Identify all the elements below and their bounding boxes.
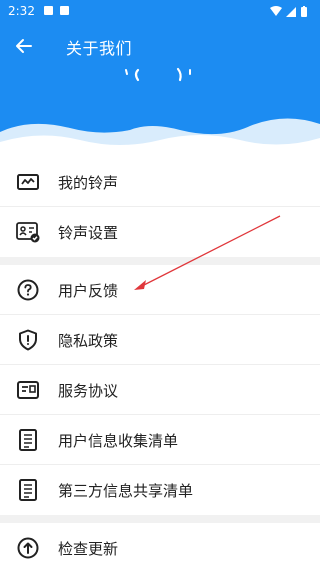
page-title: 关于我们 bbox=[66, 39, 133, 58]
settings-list: 我的铃声 铃声设置 用户反馈 隐私政策 服务协议 用户信息收集清单 第三方信息共… bbox=[0, 157, 320, 568]
menu-item-privacy-policy[interactable]: 隐私政策 bbox=[0, 315, 320, 365]
document-list-icon bbox=[19, 429, 37, 451]
toolbar: 关于我们 bbox=[0, 28, 320, 64]
menu-item-my-ringtones[interactable]: 我的铃声 bbox=[0, 157, 320, 207]
status-time: 2:32 bbox=[8, 4, 35, 18]
agreement-card-icon bbox=[17, 381, 39, 399]
battery-icon bbox=[301, 7, 307, 17]
menu-item-label: 用户反馈 bbox=[58, 282, 119, 300]
signal-icon bbox=[286, 7, 296, 17]
back-arrow-icon[interactable] bbox=[12, 34, 36, 58]
chart-line-icon bbox=[17, 174, 39, 190]
notification-icon bbox=[44, 6, 53, 15]
section-divider bbox=[0, 257, 320, 265]
header: 2:32 关于我们 bbox=[0, 0, 320, 160]
document-list-icon bbox=[19, 479, 37, 501]
menu-item-label: 第三方信息共享清单 bbox=[58, 482, 194, 500]
upload-circle-icon bbox=[17, 537, 39, 559]
menu-item-check-update[interactable]: 检查更新 bbox=[0, 523, 320, 568]
menu-item-user-data-list[interactable]: 用户信息收集清单 bbox=[0, 415, 320, 465]
app-logo bbox=[125, 67, 191, 82]
menu-item-ringtone-settings[interactable]: 铃声设置 bbox=[0, 207, 320, 257]
menu-item-feedback[interactable]: 用户反馈 bbox=[0, 265, 320, 315]
menu-item-label: 用户信息收集清单 bbox=[58, 432, 179, 450]
menu-item-label: 铃声设置 bbox=[58, 224, 119, 242]
shield-icon bbox=[19, 329, 37, 351]
menu-item-label: 服务协议 bbox=[58, 382, 119, 400]
menu-item-third-party-sharing-list[interactable]: 第三方信息共享清单 bbox=[0, 465, 320, 515]
wifi-icon bbox=[270, 6, 282, 16]
header-wave bbox=[0, 118, 320, 160]
question-circle-icon bbox=[17, 279, 39, 301]
menu-item-label: 检查更新 bbox=[58, 540, 119, 558]
status-bar: 2:32 bbox=[0, 0, 320, 24]
notification-icon-2 bbox=[60, 6, 69, 15]
system-status-icons bbox=[270, 6, 307, 17]
menu-item-label: 我的铃声 bbox=[58, 174, 119, 192]
menu-item-service-agreement[interactable]: 服务协议 bbox=[0, 365, 320, 415]
id-card-check-icon bbox=[16, 222, 40, 243]
menu-item-label: 隐私政策 bbox=[58, 332, 119, 350]
section-divider bbox=[0, 515, 320, 523]
